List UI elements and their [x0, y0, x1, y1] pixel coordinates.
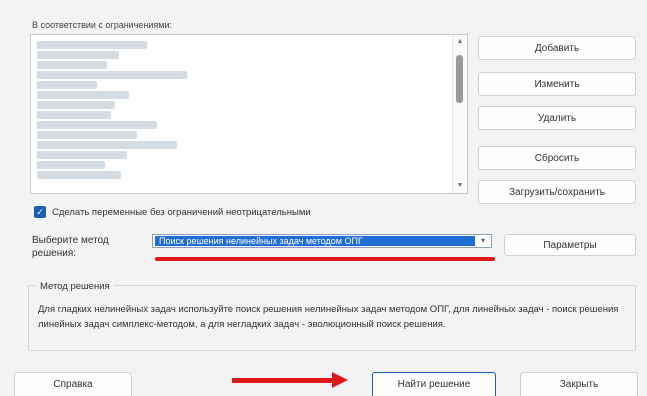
- change-button[interactable]: Изменить: [478, 72, 636, 96]
- red-arrow-annotation: [232, 378, 336, 383]
- list-item[interactable]: [37, 161, 105, 169]
- list-item[interactable]: [37, 91, 129, 99]
- close-button[interactable]: Закрыть: [520, 372, 638, 396]
- scroll-down-icon[interactable]: ▼: [456, 182, 464, 189]
- method-group-title: Метод решения: [36, 281, 114, 292]
- constraints-label: В соответствии с ограничениями:: [32, 20, 172, 30]
- method-select[interactable]: Поиск решения нелинейных задач методом О…: [152, 234, 492, 248]
- list-item[interactable]: [37, 111, 111, 119]
- list-item[interactable]: [37, 51, 119, 59]
- list-item[interactable]: [37, 171, 121, 179]
- scroll-up-icon[interactable]: ▲: [456, 38, 464, 45]
- list-item[interactable]: [37, 131, 137, 139]
- scrollbar-thumb[interactable]: [456, 55, 463, 103]
- list-item[interactable]: [37, 121, 157, 129]
- chevron-down-icon[interactable]: ▾: [477, 235, 489, 247]
- help-button[interactable]: Справка: [14, 372, 132, 396]
- method-description: Для гладких нелинейных задач используйте…: [38, 304, 619, 330]
- list-item[interactable]: [37, 41, 147, 49]
- delete-button[interactable]: Удалить: [478, 106, 636, 130]
- list-item[interactable]: [37, 71, 187, 79]
- add-button[interactable]: Добавить: [478, 36, 636, 60]
- reset-button[interactable]: Сбросить: [478, 146, 636, 170]
- red-arrow-head-icon: [332, 372, 348, 388]
- constraints-list[interactable]: ▲ ▼: [30, 34, 468, 194]
- parameters-button[interactable]: Параметры: [504, 234, 636, 256]
- method-label: Выберите метод решения:: [32, 235, 109, 259]
- load-save-button[interactable]: Загрузить/сохранить: [478, 180, 636, 204]
- method-selected-value: Поиск решения нелинейных задач методом О…: [155, 236, 475, 246]
- list-item[interactable]: [37, 141, 177, 149]
- solve-button[interactable]: Найти решение: [372, 372, 496, 396]
- nonnegative-checkbox-label[interactable]: Сделать переменные без ограничений неотр…: [52, 207, 311, 218]
- red-underline-annotation: [155, 257, 495, 261]
- list-item[interactable]: [37, 101, 115, 109]
- list-item[interactable]: [37, 151, 127, 159]
- list-item[interactable]: [37, 61, 107, 69]
- nonnegative-checkbox[interactable]: ✓: [34, 206, 46, 218]
- list-item[interactable]: [37, 81, 97, 89]
